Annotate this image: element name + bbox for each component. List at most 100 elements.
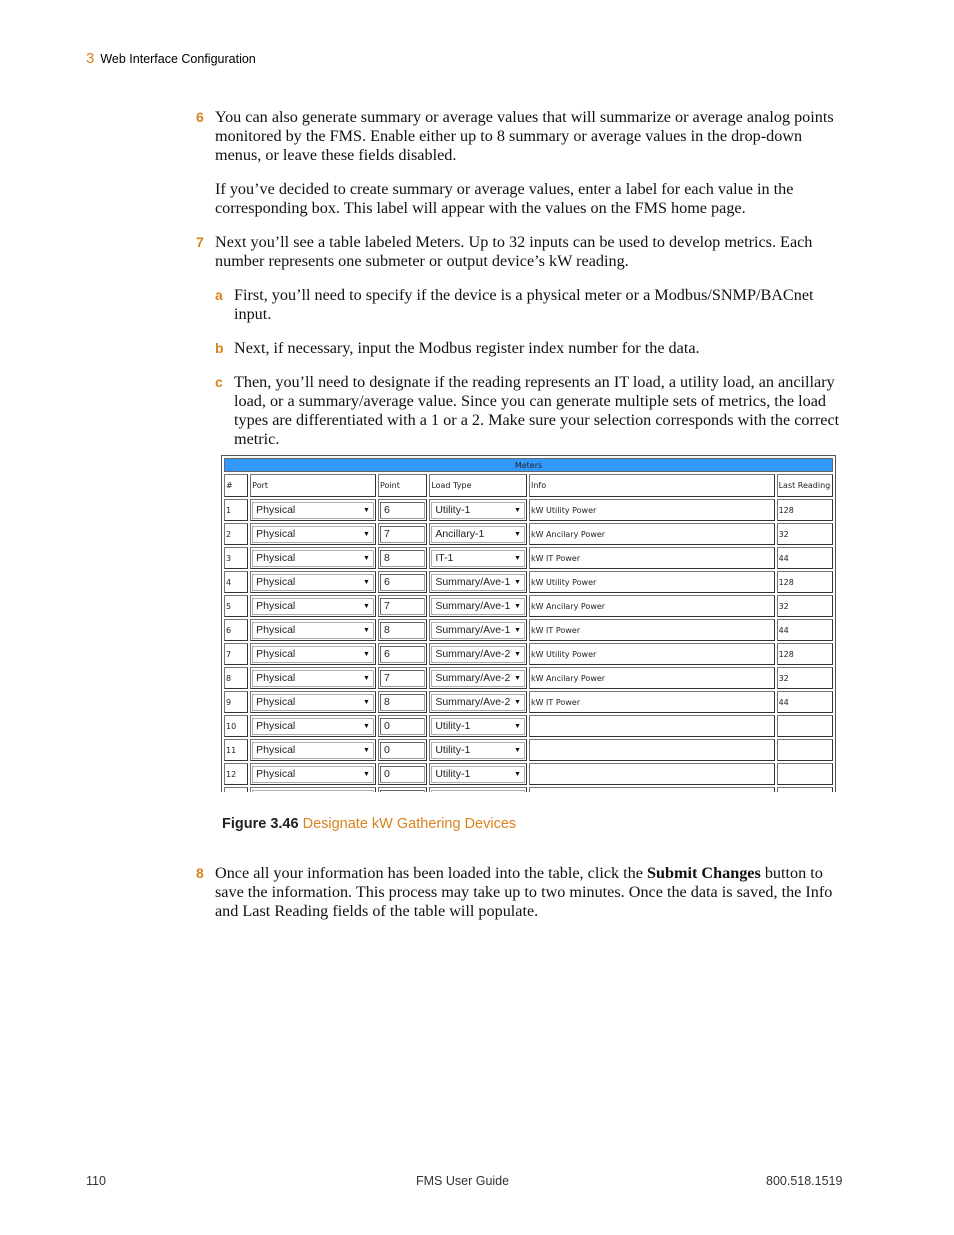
- load-type-select[interactable]: Utility-1 ▼: [431, 741, 525, 759]
- last-reading-cell: 44: [776, 691, 833, 713]
- point-input[interactable]: 0: [379, 765, 426, 783]
- point-cell: 0: [377, 763, 428, 785]
- meter-row: 7 Physical ▼ 6 Summary/Ave-2 ▼ kW Utility Powe…: [224, 643, 833, 665]
- point-input[interactable]: 6: [379, 645, 426, 663]
- point-cell: 7: [377, 595, 428, 617]
- port-select[interactable]: Physical ▼: [252, 669, 374, 687]
- load-type-select[interactable]: Summary/Ave-2 ▼: [431, 693, 525, 711]
- meter-row: 12 Physical ▼ 0 Utility-1 ▼: [224, 763, 833, 785]
- load-type-cell: Ancillary-1 ▼: [429, 523, 527, 545]
- dropdown-arrow-icon: ▼: [514, 698, 521, 706]
- port-value: Physical: [256, 696, 296, 708]
- load-type-value: IT-1: [435, 552, 454, 564]
- point-input[interactable]: 6: [379, 573, 426, 591]
- meter-row: 1 Physical ▼ 6 Utility-1 ▼ kW Utility Power 128: [224, 499, 833, 521]
- load-type-select[interactable]: Utility-1 ▼: [431, 501, 525, 519]
- last-reading-cell: 128: [776, 499, 833, 521]
- last-reading-cell: [776, 787, 833, 792]
- port-cell: Physical ▼: [250, 619, 376, 641]
- load-type-select[interactable]: Ancillary-1 ▼: [431, 525, 525, 543]
- page-number: 110: [86, 1174, 106, 1188]
- load-type-select[interactable]: IT-1 ▼: [431, 549, 525, 567]
- port-value: Physical: [256, 576, 296, 588]
- port-select[interactable]: Physical ▼: [252, 597, 374, 615]
- load-type-select[interactable]: Utility-1 ▼: [431, 765, 525, 783]
- substep-letter: a: [215, 287, 223, 303]
- port-select[interactable]: Physical ▼: [252, 717, 374, 735]
- meter-row: 11 Physical ▼ 0 Utility-1 ▼: [224, 739, 833, 761]
- info-cell: kW Ancilary Power: [528, 667, 775, 689]
- header-port: Port: [250, 474, 376, 497]
- load-type-select[interactable]: Summary/Ave-1 ▼: [431, 573, 525, 591]
- port-select[interactable]: Physical ▼: [252, 525, 374, 543]
- step-number: 7: [196, 234, 204, 250]
- load-type-cell: Summary/Ave-2 ▼: [429, 667, 527, 689]
- info-cell: kW Utility Power: [528, 499, 775, 521]
- port-cell: Physical ▼: [250, 499, 376, 521]
- last-reading-cell: [776, 739, 833, 761]
- load-type-cell: Summary/Ave-1 ▼: [429, 619, 527, 641]
- point-cell: 8: [377, 547, 428, 569]
- load-type-cell: Utility-1 ▼: [429, 499, 527, 521]
- load-type-cell: Summary/Ave-1 ▼: [429, 571, 527, 593]
- point-input[interactable]: 0: [379, 717, 426, 735]
- port-select[interactable]: ▼: [252, 789, 374, 792]
- point-input[interactable]: 0: [379, 741, 426, 759]
- port-select[interactable]: Physical ▼: [252, 741, 374, 759]
- port-value: Physical: [256, 672, 296, 684]
- port-cell: ▼: [250, 787, 376, 792]
- load-type-select[interactable]: Summary/Ave-2 ▼: [431, 645, 525, 663]
- step-8-paragraph: Once all your information has been loade…: [215, 864, 846, 921]
- point-input[interactable]: 6: [379, 501, 426, 519]
- row-number: 5: [224, 595, 249, 617]
- port-cell: Physical ▼: [250, 595, 376, 617]
- load-type-select[interactable]: ▼: [431, 789, 525, 792]
- port-select[interactable]: Physical ▼: [252, 765, 374, 783]
- point-cell: 6: [377, 499, 428, 521]
- load-type-select[interactable]: Summary/Ave-2 ▼: [431, 669, 525, 687]
- load-type-value: Summary/Ave-2: [435, 648, 511, 660]
- load-type-select[interactable]: Summary/Ave-1 ▼: [431, 621, 525, 639]
- load-type-value: Summary/Ave-1: [435, 600, 511, 612]
- meters-title: Meters: [224, 458, 833, 472]
- dropdown-arrow-icon: ▼: [514, 578, 521, 586]
- port-select[interactable]: Physical ▼: [252, 645, 374, 663]
- port-select[interactable]: Physical ▼: [252, 549, 374, 567]
- step-6: 6 You can also generate summary or avera…: [196, 108, 846, 218]
- port-select[interactable]: Physical ▼: [252, 501, 374, 519]
- load-type-value: Utility-1: [435, 504, 471, 516]
- step-number: 6: [196, 109, 204, 125]
- figure-label: Figure 3.46: [222, 816, 299, 832]
- load-type-select[interactable]: Utility-1 ▼: [431, 717, 525, 735]
- port-select[interactable]: Physical ▼: [252, 573, 374, 591]
- point-input[interactable]: 7: [379, 525, 426, 543]
- load-type-select[interactable]: Summary/Ave-1 ▼: [431, 597, 525, 615]
- port-select[interactable]: Physical ▼: [252, 621, 374, 639]
- port-value: Physical: [256, 600, 296, 612]
- port-value: Physical: [256, 504, 296, 516]
- port-cell: Physical ▼: [250, 763, 376, 785]
- dropdown-arrow-icon: ▼: [363, 650, 370, 658]
- port-value: Physical: [256, 648, 296, 660]
- meter-row: 2 Physical ▼ 7 Ancillary-1 ▼ kW Ancilary Power…: [224, 523, 833, 545]
- point-cell: 6: [377, 643, 428, 665]
- point-input[interactable]: [379, 789, 426, 792]
- load-type-cell: Summary/Ave-2 ▼: [429, 643, 527, 665]
- row-number: 9: [224, 691, 249, 713]
- point-input[interactable]: 7: [379, 597, 426, 615]
- point-input[interactable]: 8: [379, 549, 426, 567]
- dropdown-arrow-icon: ▼: [363, 722, 370, 730]
- load-type-value: Summary/Ave-1: [435, 576, 511, 588]
- port-cell: Physical ▼: [250, 691, 376, 713]
- chapter-number: 3: [86, 50, 95, 67]
- port-cell: Physical ▼: [250, 547, 376, 569]
- load-type-value: Utility-1: [435, 744, 471, 756]
- point-input[interactable]: 8: [379, 621, 426, 639]
- port-select[interactable]: Physical ▼: [252, 693, 374, 711]
- point-cell: 7: [377, 667, 428, 689]
- point-input[interactable]: 8: [379, 693, 426, 711]
- row-number: 2: [224, 523, 249, 545]
- dropdown-arrow-icon: ▼: [363, 530, 370, 538]
- last-reading-cell: [776, 763, 833, 785]
- point-input[interactable]: 7: [379, 669, 426, 687]
